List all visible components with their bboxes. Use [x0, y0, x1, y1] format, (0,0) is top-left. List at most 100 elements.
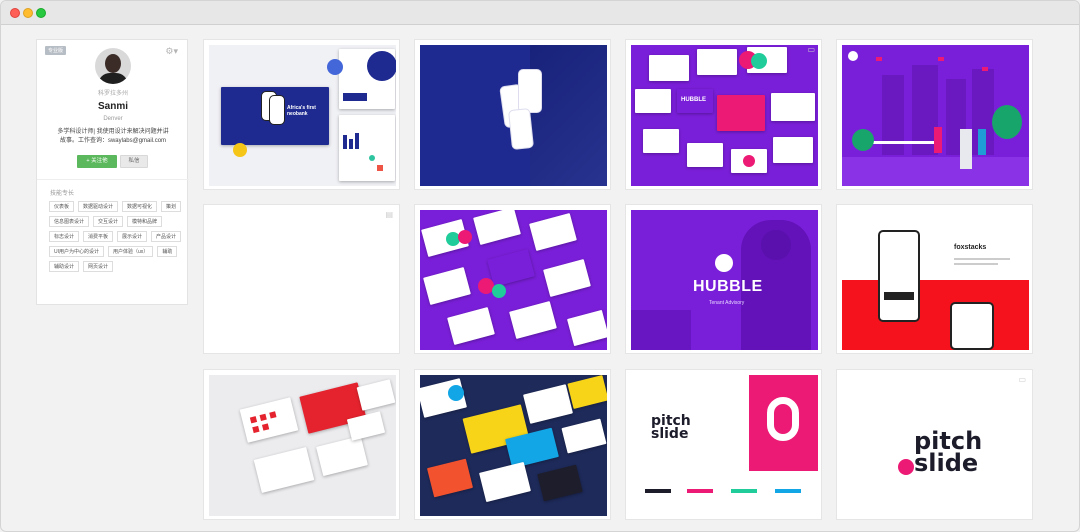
- phone-mockup: [518, 69, 542, 113]
- phone-mockup: [950, 302, 994, 350]
- blue-blob: [448, 385, 464, 401]
- doc-page: [339, 115, 395, 181]
- project-thumbnail[interactable]: [414, 204, 611, 354]
- title-bar: [1, 1, 1079, 25]
- slide-card: [566, 309, 607, 347]
- follow-button[interactable]: + 关注他: [77, 155, 117, 168]
- office-illustration-preview: [842, 45, 1029, 186]
- slide-card: [473, 210, 521, 245]
- blue-dot: [327, 59, 343, 75]
- project-thumbnail[interactable]: [203, 369, 400, 520]
- browser-window: 专业版 ⚙▾ 科罗拉多州 Sanmi Denver 多学科设计师| 我使用设计来…: [0, 0, 1080, 532]
- skill-tag[interactable]: 网页设计: [83, 261, 114, 272]
- foxstacks-preview: foxstacks: [842, 210, 1029, 350]
- skills-title: 技能专长: [50, 191, 75, 197]
- skill-tag[interactable]: 数据驱动设计: [78, 201, 119, 212]
- doc-page: [339, 49, 396, 109]
- folder-icon: ▭: [1018, 375, 1026, 384]
- close-window-button[interactable]: [10, 8, 20, 18]
- phone-mockup: [269, 95, 285, 125]
- slide-card: [447, 307, 495, 345]
- divider: [37, 179, 189, 180]
- bio-line: 故事。工作查询：swaylabs@gmail.com: [59, 138, 167, 144]
- skill-tag[interactable]: UI用户为中心的设计: [49, 246, 105, 257]
- pitch-slide-logo: pitch slide: [651, 414, 691, 442]
- project-thumbnail[interactable]: HUBBLE ▭: [625, 39, 822, 190]
- foxstacks-title: foxstacks: [954, 244, 987, 251]
- skill-tag[interactable]: 产品设计: [151, 231, 182, 242]
- plant: [852, 129, 874, 151]
- project-thumbnail[interactable]: Africa's first neobank: [203, 39, 400, 190]
- hubble-slides-preview: HUBBLE: [631, 45, 818, 186]
- project-thumbnail[interactable]: [414, 369, 611, 520]
- phone-mockup: [507, 107, 535, 151]
- skill-tag[interactable]: 辅助: [157, 246, 178, 257]
- profile-bio: 多学科设计师| 我使用设计来解决问题并讲 故事。工作查询：swaylabs@gm…: [47, 128, 179, 146]
- project-thumbnail[interactable]: foxstacks: [836, 204, 1033, 354]
- skill-tag[interactable]: 交互设计: [93, 216, 124, 227]
- logo-word: slide: [914, 448, 979, 477]
- gear-icon[interactable]: ⚙▾: [165, 46, 178, 57]
- message-button[interactable]: 私信: [120, 155, 148, 168]
- skill-tag[interactable]: 策划: [161, 201, 182, 212]
- skill-tag[interactable]: 信息图表设计: [49, 216, 90, 227]
- slide-card: [537, 464, 583, 502]
- slide-card: [426, 458, 474, 498]
- slide-card: [423, 267, 471, 305]
- slide-card: [649, 55, 689, 81]
- plant: [992, 105, 1022, 139]
- skill-tag[interactable]: 仪表板: [49, 201, 75, 212]
- logo-word: slide: [651, 425, 689, 442]
- slide-card: [479, 461, 531, 503]
- skill-tag[interactable]: 用户体验（ux）: [108, 246, 154, 257]
- project-thumbnail[interactable]: ▤: [203, 204, 400, 354]
- project-thumbnail[interactable]: pitch slide ▭: [836, 369, 1033, 520]
- slide-card: [635, 89, 671, 113]
- profile-subtitle: 科罗拉多州: [97, 91, 128, 97]
- pink-mark: [898, 459, 914, 475]
- slide-card: [717, 95, 765, 131]
- profile-location: Denver: [103, 116, 123, 122]
- skill-tag[interactable]: 辅助设计: [49, 261, 80, 272]
- africa-neobank-preview: Africa's first neobank: [209, 45, 396, 186]
- slide-card: [509, 301, 557, 339]
- skill-tag[interactable]: 模特和品牌: [127, 216, 163, 227]
- slide-card: [253, 446, 315, 494]
- skill-tag[interactable]: 展示设计: [117, 231, 148, 242]
- slide-card: [567, 375, 607, 409]
- phones-on-navy-preview: [420, 45, 607, 186]
- africa-title: Africa's first neobank: [287, 105, 316, 117]
- profile-name[interactable]: Sanmi: [37, 101, 189, 112]
- pink-blob: [743, 155, 755, 167]
- hubble-title: HUBBLE: [693, 278, 763, 295]
- hubble-cards-preview: [420, 210, 607, 350]
- skill-tag[interactable]: 消费平板: [83, 231, 114, 242]
- bio-line: 多学科设计师| 我使用设计来解决问题并讲: [57, 129, 169, 135]
- avatar[interactable]: [95, 48, 131, 84]
- pitch-slide-brand-preview: pitch slide: [631, 375, 818, 516]
- red-slides-preview: [209, 375, 396, 516]
- slide-card: [239, 397, 299, 443]
- colorful-decks-preview: [420, 375, 607, 516]
- project-thumbnail[interactable]: [414, 39, 611, 190]
- maximize-window-button[interactable]: [36, 8, 46, 18]
- slide-card: [543, 259, 591, 297]
- hubble-brand-preview: HUBBLE Tenant Advisory: [631, 210, 818, 350]
- project-thumbnail[interactable]: HUBBLE Tenant Advisory: [625, 204, 822, 354]
- slide-card: [771, 93, 815, 121]
- pitch-slide-logo: pitch slide: [914, 429, 982, 477]
- pro-badge: 专业版: [45, 46, 67, 55]
- slide-card: [697, 49, 737, 75]
- profile-card: 专业版 ⚙▾ 科罗拉多州 Sanmi Denver 多学科设计师| 我使用设计来…: [36, 39, 189, 305]
- skill-tag[interactable]: 标志设计: [49, 231, 80, 242]
- slide-card: [773, 137, 813, 163]
- hubble-text: HUBBLE: [681, 97, 706, 103]
- project-thumbnail[interactable]: [836, 39, 1033, 190]
- yellow-dot: [233, 143, 247, 157]
- skill-tag[interactable]: 数据可视化: [122, 201, 158, 212]
- slide-card: [523, 384, 573, 424]
- project-thumbnail[interactable]: pitch slide: [625, 369, 822, 520]
- slide-card: [687, 143, 723, 167]
- minimize-window-button[interactable]: [23, 8, 33, 18]
- phone-mockup: [878, 230, 920, 322]
